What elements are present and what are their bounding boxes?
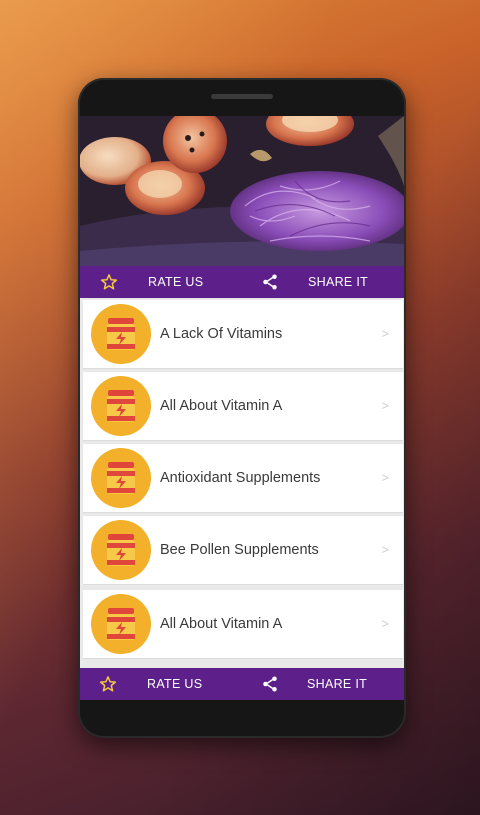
vitamin-jar-icon [91, 594, 151, 654]
bottom-action-bar: RATE US SHARE IT [80, 668, 404, 700]
phone-frame: RATE US SHARE IT A Lack Of Vitamins > Al… [78, 78, 406, 738]
list-item[interactable]: Antioxidant Supplements > [83, 444, 403, 513]
list-item-title: All About Vitamin A [160, 398, 283, 414]
rate-us-label: RATE US [147, 677, 203, 691]
list-item-title: A Lack Of Vitamins [160, 326, 283, 342]
phone-speaker [211, 94, 273, 99]
vitamin-jar-icon [91, 520, 151, 580]
chevron-right-icon: > [381, 326, 389, 341]
rate-us-button[interactable]: RATE US [148, 266, 203, 298]
star-outline-icon[interactable] [99, 675, 117, 693]
article-list: A Lack Of Vitamins > All About Vitamin A… [80, 298, 404, 668]
vitamin-jar-icon [91, 448, 151, 508]
list-item[interactable]: All About Vitamin A > [83, 372, 403, 441]
chevron-right-icon: > [381, 616, 389, 631]
list-item-title: Antioxidant Supplements [160, 470, 321, 486]
share-icon[interactable] [261, 675, 279, 693]
list-item-title: All About Vitamin A [160, 616, 283, 632]
vitamin-jar-icon [91, 376, 151, 436]
list-item[interactable]: Bee Pollen Supplements > [83, 516, 403, 585]
chevron-right-icon: > [381, 470, 389, 485]
share-it-button[interactable]: SHARE IT [308, 266, 368, 298]
chevron-right-icon: > [381, 542, 389, 557]
app-screen: RATE US SHARE IT A Lack Of Vitamins > Al… [80, 116, 404, 700]
list-item[interactable]: A Lack Of Vitamins > [83, 300, 403, 369]
vitamin-jar-icon [91, 304, 151, 364]
rate-us-label: RATE US [148, 275, 204, 289]
list-item[interactable]: All About Vitamin A > [83, 590, 403, 659]
chevron-right-icon: > [381, 398, 389, 413]
star-outline-icon[interactable] [100, 273, 118, 291]
share-icon[interactable] [261, 273, 279, 291]
list-item-title: Bee Pollen Supplements [160, 542, 319, 558]
hero-image [80, 116, 404, 266]
rate-us-button[interactable]: RATE US [147, 668, 202, 700]
share-it-button[interactable]: SHARE IT [307, 668, 367, 700]
top-action-bar: RATE US SHARE IT [80, 266, 404, 298]
share-it-label: SHARE IT [308, 275, 369, 289]
share-it-label: SHARE IT [307, 677, 368, 691]
